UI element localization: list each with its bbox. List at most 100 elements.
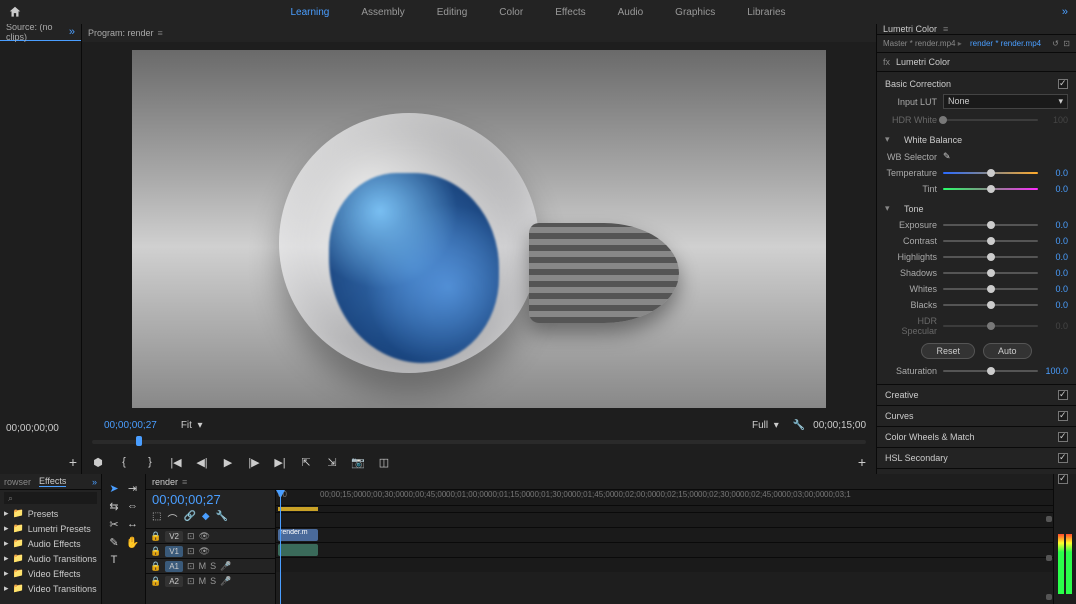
section-hsl[interactable]: HSL Secondary (877, 448, 1076, 469)
whites-value[interactable]: 0.0 (1044, 284, 1068, 294)
timeline-ruler[interactable]: 00 00;00;15;00 00;00;30;00 00;00;45;00 0… (276, 490, 1053, 506)
tab-effects[interactable]: Effects (555, 7, 585, 18)
creative-toggle[interactable] (1058, 390, 1068, 400)
type-tool-icon[interactable]: T (106, 552, 122, 568)
tab-effects-browser[interactable]: Effects (39, 476, 66, 487)
video-clip[interactable]: render.m (278, 529, 318, 541)
curves-toggle[interactable] (1058, 411, 1068, 421)
source-more-icon[interactable]: » (69, 26, 75, 38)
tl-opt-settings[interactable]: 🔧 (216, 511, 228, 526)
export-frame-icon[interactable]: 📷 (352, 456, 364, 468)
step-back-icon[interactable]: ◀| (196, 456, 208, 468)
ripple-tool-icon[interactable]: ⇆ (106, 498, 122, 514)
settings-wrench-icon[interactable]: 🔧 (793, 420, 805, 431)
comparison-icon[interactable]: ◫ (378, 456, 390, 468)
saturation-value[interactable]: 100.0 (1044, 366, 1068, 376)
razor-tool-icon[interactable]: ✂ (106, 516, 122, 532)
program-panel-header[interactable]: Program: render ≡ (82, 24, 876, 42)
tab-libraries[interactable]: Libraries (747, 7, 785, 18)
track-header-v2[interactable]: 🔒V2⊡👁 (146, 528, 275, 543)
lift-icon[interactable]: ⇱ (300, 456, 312, 468)
tl-opt-nest[interactable]: ⬚ (152, 511, 161, 526)
timeline-playhead[interactable] (280, 490, 281, 604)
scrubber-playhead[interactable] (136, 436, 142, 446)
program-add-button[interactable]: + (858, 454, 866, 470)
zoom-fit-dropdown[interactable]: Fit ▾ (181, 420, 203, 431)
tab-audio[interactable]: Audio (618, 7, 644, 18)
tl-opt-link[interactable]: 🔗 (183, 511, 195, 526)
section-basic-correction[interactable]: Basic Correction Input LUT None▾ HDR Whi… (877, 72, 1076, 385)
section-creative[interactable]: Creative (877, 385, 1076, 406)
reset-button[interactable]: Reset (921, 343, 975, 359)
tree-item-presets[interactable]: ▸📁Presets (0, 506, 101, 521)
whites-slider[interactable] (943, 288, 1038, 290)
shadows-value[interactable]: 0.0 (1044, 268, 1068, 278)
effects-search-input[interactable] (4, 492, 97, 504)
temperature-slider[interactable] (943, 172, 1038, 174)
color-wheels-toggle[interactable] (1058, 432, 1068, 442)
pen-tool-icon[interactable]: ✎ (106, 534, 122, 550)
tab-editing[interactable]: Editing (437, 7, 468, 18)
tree-item-audio-transitions[interactable]: ▸📁Audio Transitions (0, 551, 101, 566)
extract-icon[interactable]: ⇲ (326, 456, 338, 468)
tree-item-video-effects[interactable]: ▸📁Video Effects (0, 566, 101, 581)
contrast-slider[interactable] (943, 240, 1038, 242)
tl-opt-snap[interactable]: ⌒ (167, 511, 177, 526)
track-header-v1[interactable]: 🔒V1⊡👁 (146, 543, 275, 558)
mark-out-button[interactable]: } (144, 456, 156, 468)
track-a2[interactable] (276, 557, 1053, 572)
audio-clip[interactable] (278, 544, 318, 556)
tree-item-video-transitions[interactable]: ▸📁Video Transitions (0, 581, 101, 596)
highlights-slider[interactable] (943, 256, 1038, 258)
timeline-header[interactable]: render≡ (146, 474, 1053, 490)
selection-tool-icon[interactable]: ➤ (106, 480, 122, 496)
program-timecode-current[interactable]: 00;00;00;27 (104, 420, 157, 431)
hand-tool-icon[interactable]: ✋ (125, 534, 141, 550)
rolling-tool-icon[interactable]: ⇔ (125, 498, 141, 514)
tab-color[interactable]: Color (499, 7, 523, 18)
auto-button[interactable]: Auto (983, 343, 1032, 359)
program-scrubber[interactable] (92, 436, 866, 448)
slip-tool-icon[interactable]: ↔ (125, 516, 141, 532)
track-v2[interactable] (276, 512, 1053, 527)
tone-header[interactable]: Tone (904, 204, 924, 214)
work-area-bar[interactable] (278, 507, 318, 511)
saturation-slider[interactable] (943, 370, 1038, 372)
section-curves[interactable]: Curves (877, 406, 1076, 427)
tree-item-lumetri-presets[interactable]: ▸📁Lumetri Presets (0, 521, 101, 536)
tab-browser[interactable]: rowser (4, 477, 31, 487)
hsl-toggle[interactable] (1058, 453, 1068, 463)
tl-opt-marker[interactable]: ◆ (202, 511, 210, 526)
lumetri-panel-title[interactable]: Lumetri Color≡ (877, 24, 1076, 35)
basic-correction-toggle[interactable] (1058, 79, 1068, 89)
vignette-toggle[interactable] (1058, 474, 1068, 484)
timeline-timecode[interactable]: 00;00;00;27 (146, 490, 275, 509)
blacks-slider[interactable] (943, 304, 1038, 306)
tab-assembly[interactable]: Assembly (361, 7, 404, 18)
mark-in-icon[interactable]: ⬢ (92, 456, 104, 468)
tint-value[interactable]: 0.0 (1044, 184, 1068, 194)
home-icon[interactable] (8, 5, 22, 19)
tint-slider[interactable] (943, 188, 1038, 190)
track-v1[interactable]: render.m (276, 527, 1053, 542)
track-a1[interactable] (276, 542, 1053, 557)
go-to-in-icon[interactable]: |◀ (170, 456, 182, 468)
tab-graphics[interactable]: Graphics (675, 7, 715, 18)
white-balance-header[interactable]: White Balance (904, 135, 962, 145)
eyedropper-icon[interactable]: ✎ (943, 151, 951, 162)
source-add-button[interactable]: + (69, 454, 77, 470)
exposure-value[interactable]: 0.0 (1044, 220, 1068, 230)
tab-learning[interactable]: Learning (290, 7, 329, 18)
blacks-value[interactable]: 0.0 (1044, 300, 1068, 310)
mark-in-button[interactable]: { (118, 456, 130, 468)
track-select-tool-icon[interactable]: ⇥ (125, 480, 141, 496)
go-to-out-icon[interactable]: ▶| (274, 456, 286, 468)
timeline-tracks-area[interactable]: 00 00;00;15;00 00;00;30;00 00;00;45;00 0… (276, 490, 1053, 604)
timeline-vscroll[interactable] (1045, 512, 1053, 604)
shadows-slider[interactable] (943, 272, 1038, 274)
track-header-a2[interactable]: 🔒A2⊡MS🎤 (146, 573, 275, 588)
play-icon[interactable]: ▶ (222, 456, 234, 468)
input-lut-dropdown[interactable]: None▾ (943, 94, 1068, 109)
step-forward-icon[interactable]: |▶ (248, 456, 260, 468)
source-panel-title[interactable]: Source: (no clips) » (0, 24, 81, 41)
